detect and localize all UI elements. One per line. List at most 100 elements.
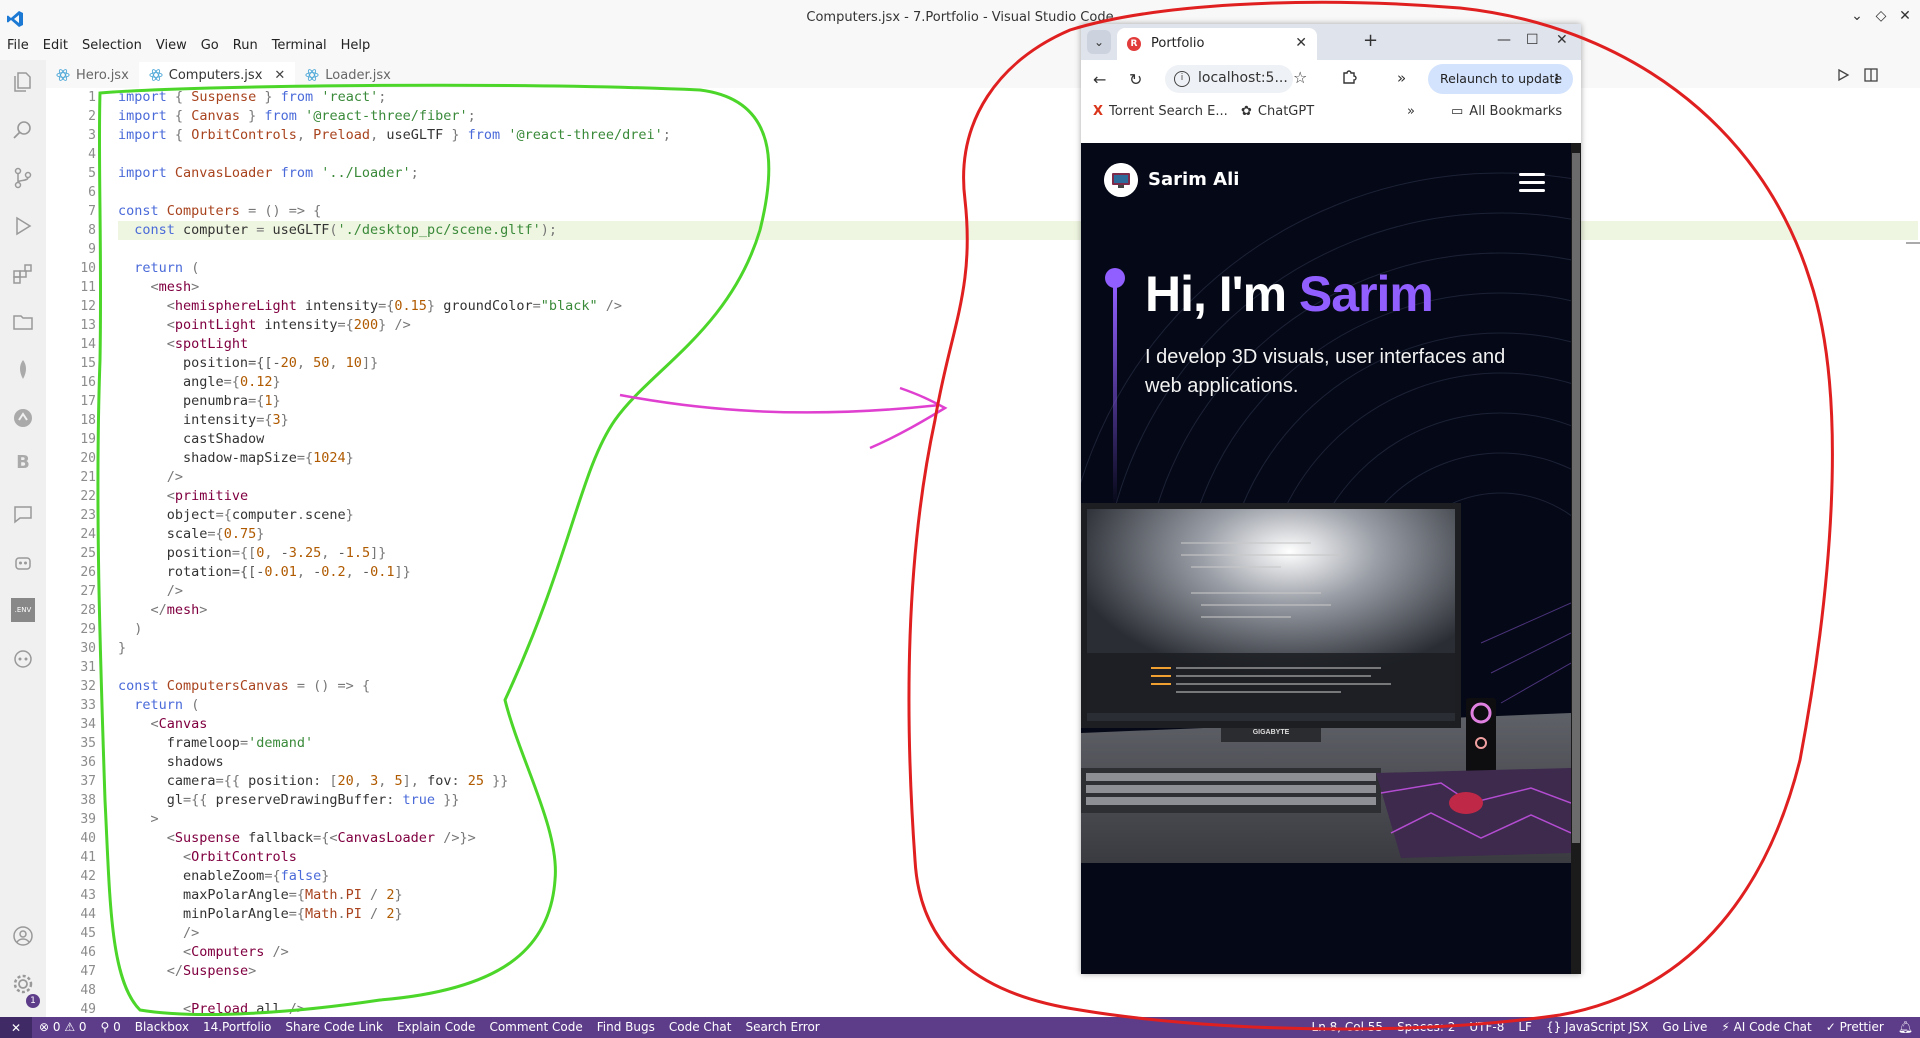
workspace-status[interactable]: 14.Portfolio — [196, 1017, 278, 1038]
code-line[interactable]: <Preload all /> — [118, 1000, 1918, 1017]
extensions-icon[interactable] — [11, 262, 35, 286]
code-line[interactable]: enableZoom={false} — [118, 867, 1918, 886]
menu-help[interactable]: Help — [334, 36, 378, 58]
run-file-icon[interactable] — [1836, 68, 1850, 82]
find-bugs[interactable]: Find Bugs — [590, 1017, 662, 1038]
browser-tab-close-icon[interactable]: ✕ — [1295, 35, 1307, 51]
code-line[interactable]: gl={{ preserveDrawingBuffer: true }} — [118, 791, 1918, 810]
bookmark-chatgpt[interactable]: ✿ ChatGPT — [1241, 104, 1314, 119]
hamburger-menu-icon[interactable] — [1519, 173, 1545, 197]
code-line[interactable]: <pointLight intensity={200} /> — [118, 316, 1918, 335]
code-line[interactable]: angle={0.12} — [118, 373, 1918, 392]
bookmarks-overflow-icon[interactable]: » — [1407, 104, 1415, 119]
code-line[interactable]: return ( — [118, 696, 1918, 715]
code-chat[interactable]: Code Chat — [662, 1017, 739, 1038]
code-line[interactable] — [118, 981, 1918, 1000]
b-extension-icon[interactable]: B — [11, 452, 35, 476]
code-line[interactable]: object={computer.scene} — [118, 506, 1918, 525]
code-line[interactable]: frameloop='demand' — [118, 734, 1918, 753]
code-line[interactable]: /> — [118, 582, 1918, 601]
code-line[interactable]: import CanvasLoader from '../Loader'; — [118, 164, 1918, 183]
run-debug-icon[interactable] — [11, 214, 35, 238]
explorer-icon[interactable] — [11, 70, 35, 94]
code-line[interactable] — [118, 658, 1918, 677]
code-line[interactable]: <primitive — [118, 487, 1918, 506]
code-line[interactable]: shadows — [118, 753, 1918, 772]
browser-minimize-icon[interactable]: — — [1497, 32, 1511, 48]
code-line[interactable]: /> — [118, 468, 1918, 487]
source-control-icon[interactable] — [11, 166, 35, 190]
go-live[interactable]: Go Live — [1655, 1017, 1714, 1038]
code-line[interactable]: } — [118, 639, 1918, 658]
search-icon[interactable] — [11, 118, 35, 142]
env-file-icon[interactable]: .ENV — [11, 598, 35, 622]
page-viewport[interactable]: Sarim Ali Hi, I'm Sarim I develop 3D vis… — [1081, 143, 1581, 974]
site-info-icon[interactable]: i — [1174, 71, 1190, 87]
maximize-icon[interactable]: ◇ — [1872, 8, 1890, 24]
menu-view[interactable]: View — [149, 36, 194, 58]
menu-selection[interactable]: Selection — [75, 36, 149, 58]
code-line[interactable]: minPolarAngle={Math.PI / 2} — [118, 905, 1918, 924]
code-line[interactable]: position={[0, -3.25, -1.5]} — [118, 544, 1918, 563]
minimize-icon[interactable]: ⌄ — [1848, 8, 1866, 24]
desktop-pc-3d-canvas[interactable]: GIGABYTE — [1081, 503, 1571, 883]
code-line[interactable] — [118, 145, 1918, 164]
more-extensions-icon[interactable]: » — [1397, 69, 1406, 87]
code-line[interactable]: maxPolarAngle={Math.PI / 2} — [118, 886, 1918, 905]
code-line[interactable]: <Computers /> — [118, 943, 1918, 962]
code-line[interactable]: rotation={[-0.01, -0.2, -0.1]} — [118, 563, 1918, 582]
indentation[interactable]: Spaces: 2 — [1390, 1017, 1462, 1038]
code-line[interactable]: const ComputersCanvas = () => { — [118, 677, 1918, 696]
code-line[interactable] — [118, 183, 1918, 202]
code-line[interactable]: <Canvas — [118, 715, 1918, 734]
code-editor[interactable]: 1 2 3 4 5 6 7 8 9 10 11 12 13 14 15 16 17 18 19 20 21 22 23 24 2… — [46, 88, 1920, 1017]
code-line[interactable]: import { Canvas } from '@react-three/fib… — [118, 107, 1918, 126]
code-line[interactable]: ) — [118, 620, 1918, 639]
code-line[interactable]: <spotLight — [118, 335, 1918, 354]
menu-file[interactable]: File — [0, 36, 36, 58]
explain-code[interactable]: Explain Code — [390, 1017, 482, 1038]
browser-close-icon[interactable]: ✕ — [1556, 32, 1568, 48]
copilot-icon[interactable] — [11, 646, 35, 670]
browser-maximize-icon[interactable]: ☐ — [1526, 32, 1539, 48]
prettier[interactable]: ✓ Prettier — [1819, 1017, 1891, 1038]
language-mode[interactable]: {} JavaScript JSX — [1539, 1017, 1655, 1038]
page-scrollbar-thumb[interactable] — [1572, 153, 1580, 843]
share-code-link[interactable]: Share Code Link — [278, 1017, 390, 1038]
brand-name[interactable]: Sarim Ali — [1148, 169, 1239, 190]
remote-explorer-icon[interactable] — [11, 406, 35, 430]
chat-icon[interactable] — [11, 502, 35, 526]
folder-icon[interactable] — [11, 310, 35, 334]
cursor-position[interactable]: Ln 8, Col 55 — [1305, 1017, 1391, 1038]
code-line[interactable]: <mesh> — [118, 278, 1918, 297]
account-icon[interactable] — [11, 924, 35, 948]
new-tab-icon[interactable]: + — [1363, 30, 1378, 51]
browser-tab[interactable]: R Portfolio ✕ — [1117, 28, 1317, 60]
reload-icon[interactable]: ↻ — [1129, 70, 1142, 89]
ai-code-chat[interactable]: ⚡ AI Code Chat — [1714, 1017, 1818, 1038]
split-editor-icon[interactable] — [1864, 68, 1878, 82]
page-scrollbar[interactable] — [1571, 143, 1581, 974]
bell-icon[interactable]: 🔔︎ — [1891, 1017, 1920, 1038]
relaunch-button[interactable]: Relaunch to update ⋮ — [1428, 64, 1573, 94]
code-line[interactable]: import { OrbitControls, Preload, useGLTF… — [118, 126, 1918, 145]
tab-search-icon[interactable]: ⌄ — [1087, 30, 1111, 54]
blackbox-status[interactable]: Blackbox — [128, 1017, 196, 1038]
bookmark-torrent[interactable]: X Torrent Search E... — [1093, 104, 1228, 119]
ports-status[interactable]: ⚲ 0 — [94, 1017, 128, 1038]
encoding[interactable]: UTF-8 — [1462, 1017, 1511, 1038]
address-bar[interactable]: i localhost:5... — [1165, 65, 1293, 93]
menu-edit[interactable]: Edit — [36, 36, 75, 58]
code-line[interactable]: <OrbitControls — [118, 848, 1918, 867]
tab-close-icon[interactable]: ✕ — [274, 68, 285, 83]
code-line[interactable]: <Suspense fallback={<CanvasLoader />}> — [118, 829, 1918, 848]
code-line[interactable]: </mesh> — [118, 601, 1918, 620]
code-line[interactable] — [118, 240, 1918, 259]
close-icon[interactable]: ✕ — [1896, 8, 1914, 24]
menu-terminal[interactable]: Terminal — [265, 36, 334, 58]
code-line[interactable]: import { Suspense } from 'react'; — [118, 88, 1918, 107]
tab-hero[interactable]: Hero.jsx — [46, 62, 139, 88]
code-line[interactable]: scale={0.75} — [118, 525, 1918, 544]
comment-code[interactable]: Comment Code — [482, 1017, 589, 1038]
search-error[interactable]: Search Error — [738, 1017, 826, 1038]
